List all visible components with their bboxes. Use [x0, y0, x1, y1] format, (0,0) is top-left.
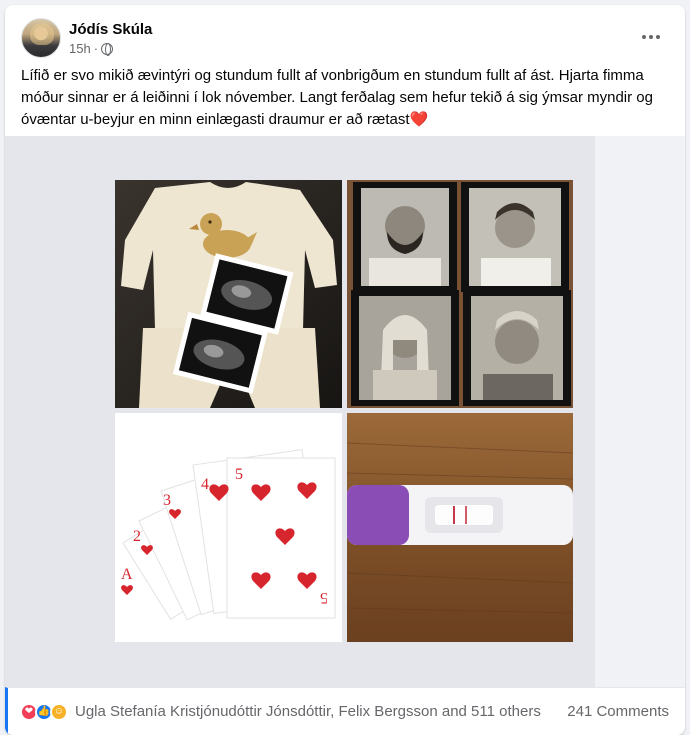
svg-text:3: 3 [163, 492, 171, 509]
svg-text:2: 2 [133, 528, 141, 545]
care-icon: ☺ [50, 702, 68, 721]
post-header: Jódís Skúla 15h · [21, 17, 669, 59]
photo-pregnancy-test[interactable] [347, 413, 573, 642]
post-footer: ❤ 👍 ☺ Ugla Stefanía Kristjónudóttir Jóns… [5, 687, 685, 735]
post-meta: Jódís Skúla 15h · [69, 20, 152, 57]
svg-text:5: 5 [235, 466, 243, 483]
globe-icon [101, 42, 114, 56]
svg-text:4: 4 [201, 476, 209, 493]
family-portraits-image [347, 180, 573, 408]
post-text: Lífið er svo mikið ævintýri og stundum f… [21, 65, 671, 131]
photo-collage: A 2 3 4 5 5 [115, 180, 573, 642]
reactions-summary[interactable]: ❤ 👍 ☺ [20, 702, 68, 721]
photo-family-portraits[interactable] [347, 180, 573, 408]
photo-playing-cards[interactable]: A 2 3 4 5 5 [115, 413, 342, 642]
dot-icon [642, 35, 646, 39]
comments-count[interactable]: 241 Comments [567, 703, 669, 720]
more-options-button[interactable] [633, 19, 669, 55]
playing-cards-image: A 2 3 4 5 5 [115, 413, 342, 642]
timestamp[interactable]: 15h [69, 41, 91, 57]
separator: · [93, 40, 99, 56]
heart-emoji: ❤️ [409, 111, 429, 128]
post-text-body: Lífið er svo mikið ævintýri og stundum f… [21, 67, 653, 128]
avatar[interactable] [21, 18, 61, 58]
media-side-panel [595, 136, 685, 687]
timestamp-row: 15h · [69, 41, 152, 57]
baby-outfit-image [115, 180, 342, 408]
svg-text:A: A [121, 566, 133, 583]
author-name[interactable]: Jódís Skúla [69, 20, 152, 39]
reaction-names[interactable]: Ugla Stefanía Kristjónudóttir Jónsdóttir… [75, 703, 541, 720]
post-card: Jódís Skúla 15h · Lífið er svo mikið ævi… [5, 5, 685, 735]
svg-text:5: 5 [320, 589, 328, 606]
dot-icon [656, 35, 660, 39]
pregnancy-test-image [347, 413, 573, 642]
dot-icon [649, 35, 653, 39]
photo-baby-outfit[interactable] [115, 180, 342, 408]
